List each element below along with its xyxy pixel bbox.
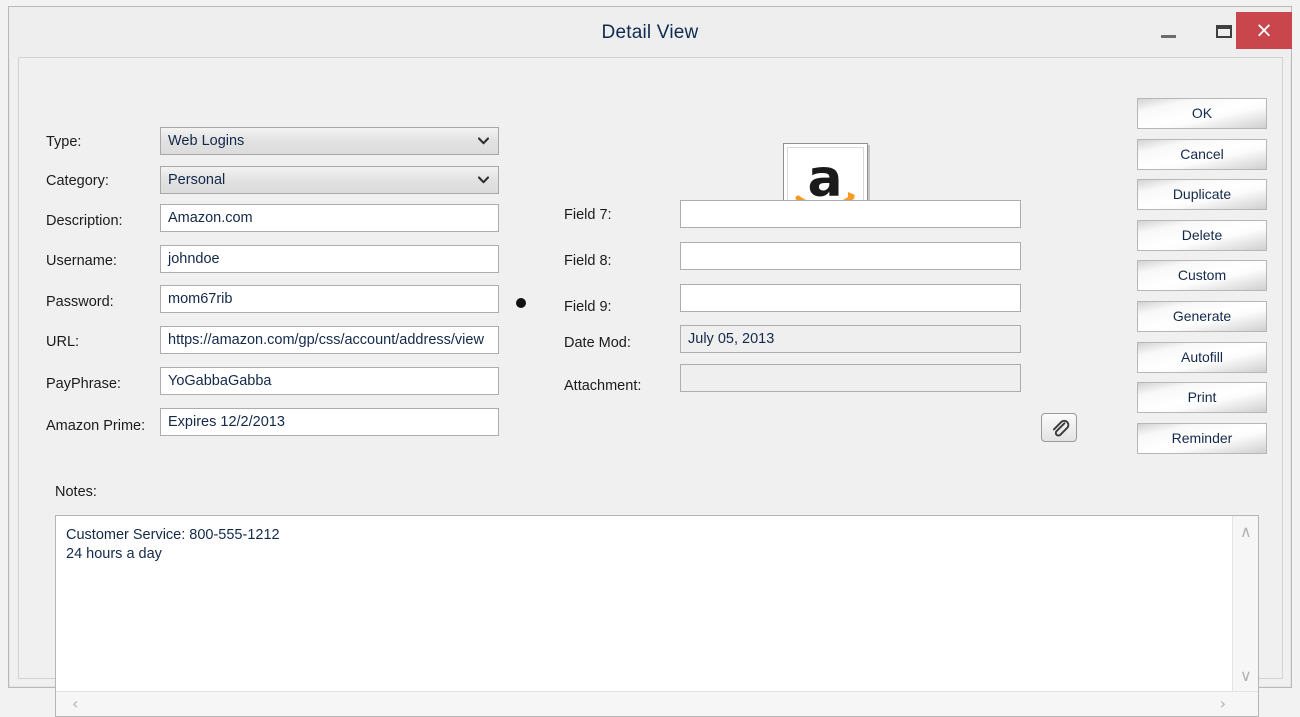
horizontal-scrollbar[interactable]: ‹ › [56, 691, 1258, 716]
date-mod-value: July 05, 2013 [688, 330, 775, 347]
ok-button[interactable]: OK [1137, 98, 1267, 129]
field-8-label: Field 8: [564, 253, 612, 269]
generate-button[interactable]: Generate [1137, 301, 1267, 332]
date-mod-input: July 05, 2013 [680, 325, 1021, 353]
category-value: Personal [168, 171, 226, 188]
vertical-scrollbar[interactable]: ∧ ∨ [1232, 516, 1258, 692]
field-9-label: Field 9: [564, 299, 612, 315]
password-label: Password: [46, 294, 114, 310]
type-select[interactable]: Web Logins [160, 127, 499, 155]
amazon-prime-input[interactable]: Expires 12/2/2013 [160, 408, 499, 436]
scroll-up-icon[interactable]: ∧ [1240, 524, 1252, 540]
cancel-button[interactable]: Cancel [1137, 138, 1267, 170]
payphrase-input[interactable]: YoGabbaGabba [160, 367, 499, 395]
duplicate-button[interactable]: Duplicate [1137, 179, 1267, 211]
type-value: Web Logins [168, 132, 245, 149]
description-input[interactable]: Amazon.com [160, 204, 499, 232]
url-label: URL: [46, 334, 80, 350]
username-label: Username: [46, 253, 117, 269]
url-input[interactable]: https://amazon.com/gp/css/account/addres… [160, 326, 499, 354]
attachment-label: Attachment: [564, 378, 642, 394]
amazon-prime-value: Expires 12/2/2013 [168, 413, 285, 430]
scroll-right-icon[interactable]: › [1220, 696, 1226, 712]
custom-button[interactable]: Custom [1137, 260, 1267, 292]
url-value: https://amazon.com/gp/css/account/addres… [168, 331, 484, 348]
delete-button[interactable]: Delete [1137, 219, 1267, 251]
amazon-prime-label: Amazon Prime: [46, 418, 146, 434]
window-title: Detail View [601, 22, 699, 43]
scroll-left-icon[interactable]: ‹ [72, 696, 78, 712]
description-label: Description: [46, 213, 123, 229]
password-input[interactable]: mom67rib [160, 285, 499, 313]
password-value: mom67rib [168, 290, 233, 307]
field-9-input[interactable] [680, 284, 1021, 312]
category-select[interactable]: Personal [160, 166, 499, 194]
field-7-label: Field 7: [564, 207, 612, 223]
print-button[interactable]: Print [1137, 382, 1267, 414]
username-input[interactable]: johndoe [160, 245, 499, 273]
scroll-down-icon[interactable]: ∨ [1240, 668, 1252, 684]
category-label: Category: [46, 173, 109, 189]
password-strength-dot [516, 298, 526, 308]
attachment-input [680, 364, 1021, 392]
close-icon: × [1255, 18, 1273, 42]
detail-view-window: Detail View × Type: Web Logins Category: Pe… [8, 6, 1292, 717]
field-8-input[interactable] [680, 242, 1021, 270]
chevron-down-icon [478, 137, 489, 145]
notes-textarea[interactable]: Customer Service: 800-555-1212 24 hours … [55, 515, 1259, 717]
date-mod-label: Date Mod: [564, 335, 631, 351]
notes-label: Notes: [55, 484, 97, 500]
attachment-button[interactable] [1041, 413, 1077, 442]
username-value: johndoe [168, 250, 220, 267]
client-area: Type: Web Logins Category: Personal Descript… [18, 57, 1283, 717]
autofill-button[interactable]: Autofill [1137, 341, 1267, 373]
reminder-button[interactable]: Reminder [1137, 422, 1267, 454]
notes-content: Customer Service: 800-555-1212 24 hours … [66, 527, 280, 562]
type-label: Type: [46, 134, 82, 150]
minimize-icon [1161, 35, 1176, 38]
maximize-icon [1216, 25, 1232, 38]
payphrase-label: PayPhrase: [46, 376, 121, 392]
paperclip-icon [1052, 419, 1070, 437]
field-7-input[interactable] [680, 200, 1021, 228]
payphrase-value: YoGabbaGabba [168, 372, 272, 389]
title-bar: Detail View × [9, 7, 1292, 58]
description-value: Amazon.com [168, 209, 253, 226]
minimize-button[interactable] [1140, 13, 1196, 51]
chevron-down-icon [478, 176, 489, 184]
close-button[interactable]: × [1236, 12, 1292, 49]
